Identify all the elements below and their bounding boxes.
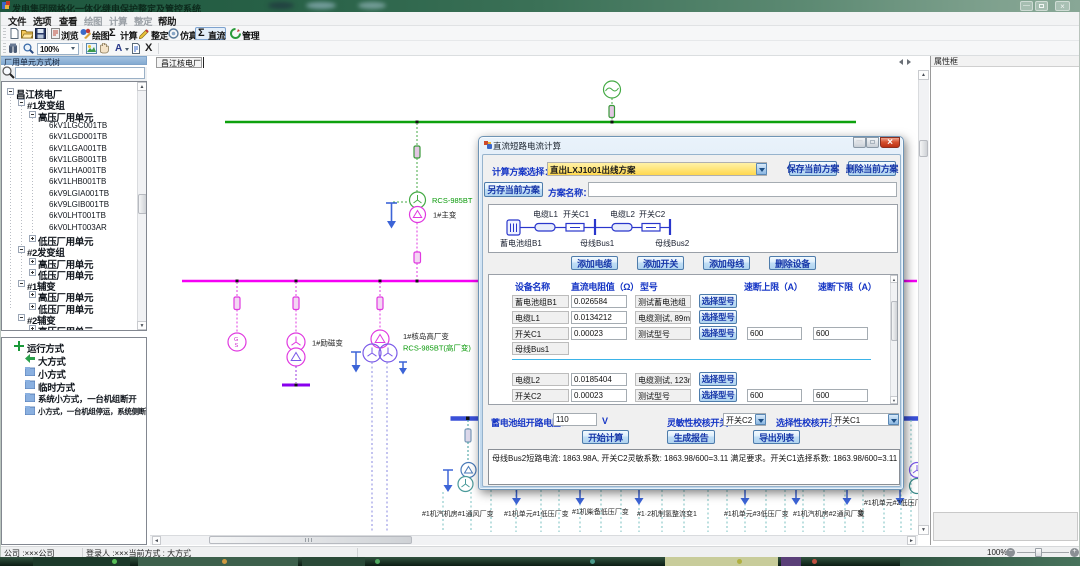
svg-text:#1·2机制氢整流变1: #1·2机制氢整流变1: [637, 509, 697, 518]
svg-text:RCS-985BT(高厂变): RCS-985BT(高厂变): [403, 343, 471, 353]
svg-text:#1机柴备低压厂变: #1机柴备低压厂变: [572, 507, 629, 516]
svg-text:#1机单元#3低压厂变: #1机单元#3低压厂变: [724, 509, 789, 518]
svg-text:1#主变: 1#主变: [433, 210, 457, 220]
svg-text:母线Bus1: 母线Bus1: [580, 238, 615, 248]
svg-text:开关C2: 开关C2: [639, 209, 666, 219]
svg-text:电缆L2: 电缆L2: [610, 209, 635, 219]
svg-text:1#励磁变: 1#励磁变: [312, 338, 343, 348]
svg-text:变: 变: [857, 508, 864, 517]
svg-text:#1机汽机房#1通风厂变: #1机汽机房#1通风厂变: [422, 509, 494, 518]
svg-text:RCS-985BT: RCS-985BT: [432, 196, 473, 205]
svg-text:#1机单元#2低压厂: #1机单元#2低压厂: [864, 498, 918, 507]
svg-text:#1机单元#1低压厂变: #1机单元#1低压厂变: [504, 509, 569, 518]
svg-text:#1机汽机房#2通风厂变: #1机汽机房#2通风厂变: [793, 509, 865, 518]
svg-text:母线Bus2: 母线Bus2: [655, 238, 690, 248]
svg-text:1#核岛高厂变: 1#核岛高厂变: [403, 331, 449, 341]
svg-text:蓄电池组B1: 蓄电池组B1: [500, 238, 542, 248]
svg-text:电缆L1: 电缆L1: [533, 209, 558, 219]
svg-text:S: S: [235, 343, 239, 349]
svg-text:开关C1: 开关C1: [563, 209, 590, 219]
